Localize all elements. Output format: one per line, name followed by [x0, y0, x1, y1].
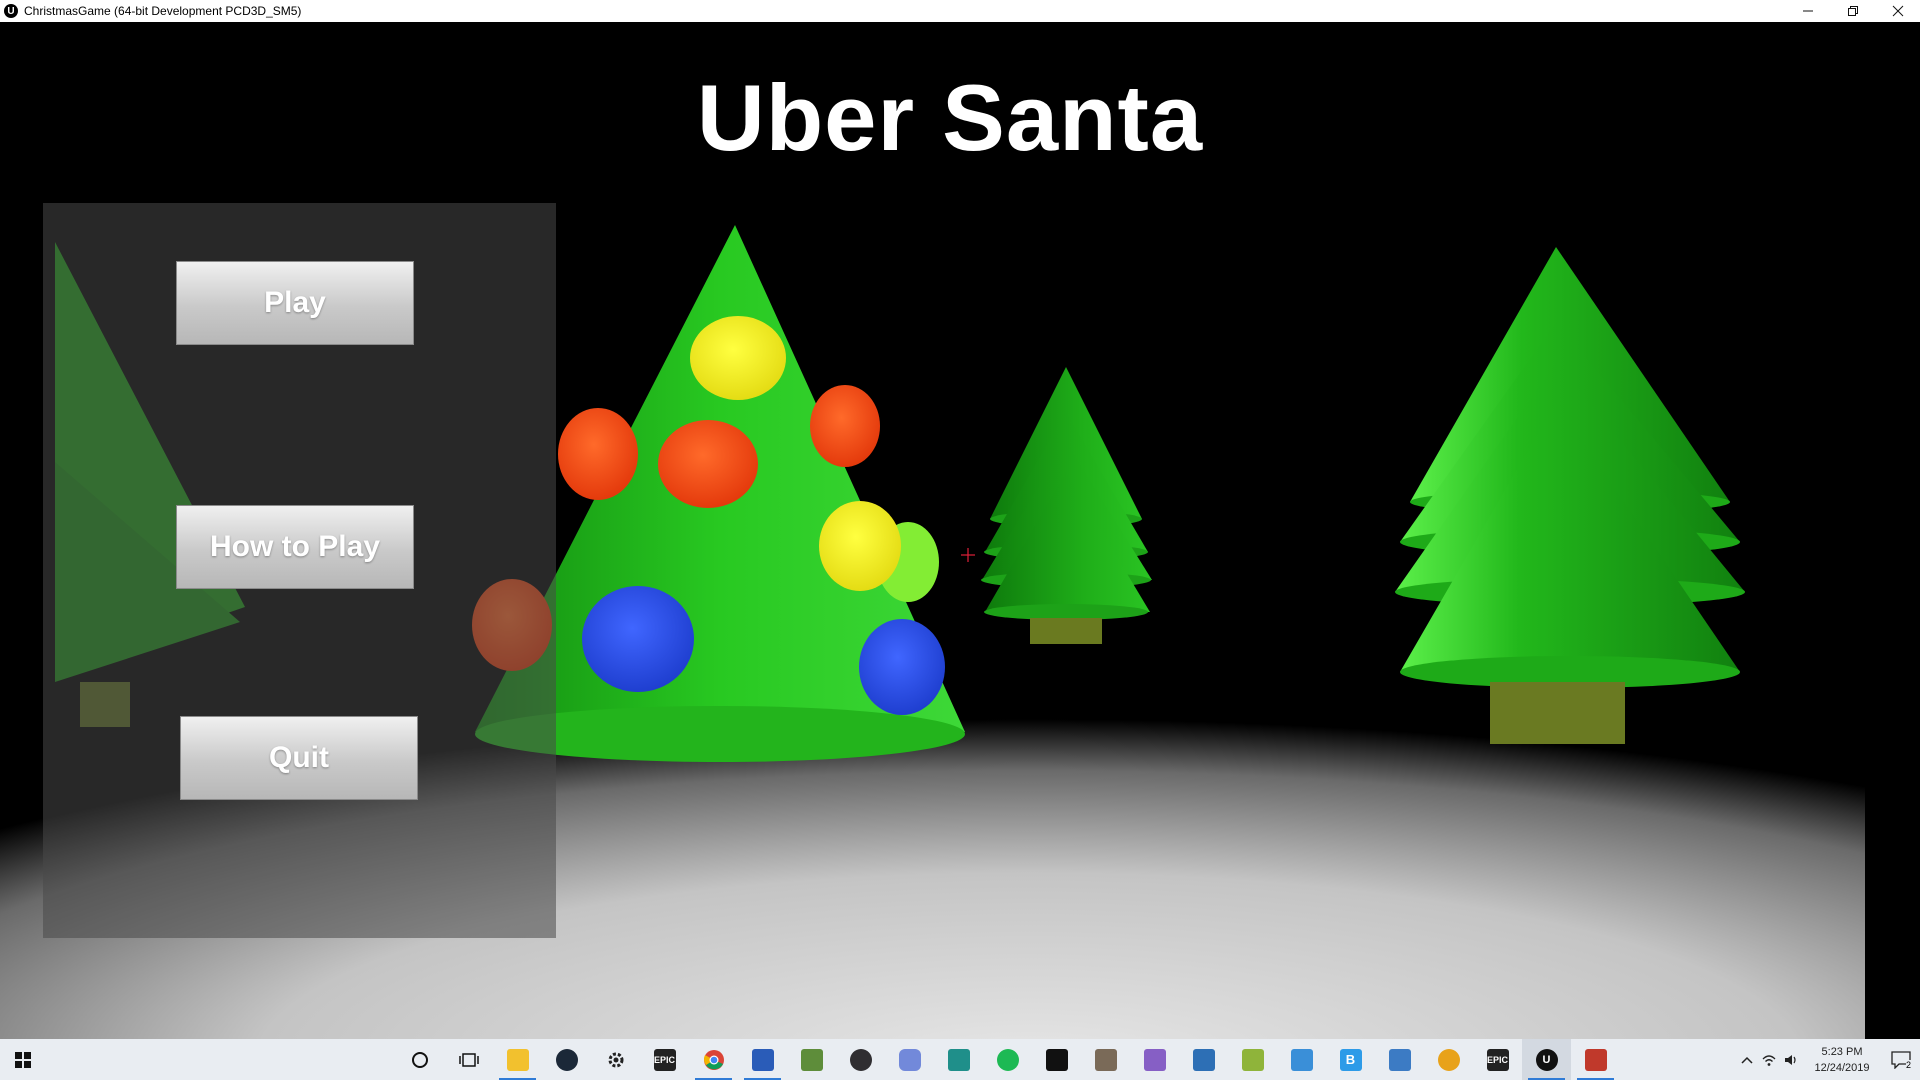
- settings-icon: [608, 1052, 623, 1067]
- action-center-button[interactable]: 2: [1882, 1039, 1920, 1080]
- system-tray: 5:23 PM 12/24/2019 2: [1736, 1039, 1920, 1080]
- epic-games-icon: EPIC: [653, 1048, 676, 1071]
- window-title: ChristmasGame (64-bit Development PCD3D_…: [24, 4, 302, 18]
- clock-time: 5:23 PM: [1821, 1045, 1863, 1058]
- calculator-icon: [1192, 1048, 1215, 1071]
- taskbar-clock[interactable]: 5:23 PM 12/24/2019: [1802, 1044, 1882, 1076]
- calculator-button[interactable]: [1179, 1039, 1228, 1080]
- visual-studio-button[interactable]: [1130, 1039, 1179, 1080]
- show-hidden-icons-button[interactable]: [1736, 1039, 1758, 1080]
- unreal-logo-icon: U: [4, 4, 18, 18]
- steam-button[interactable]: [542, 1039, 591, 1080]
- settings-button[interactable]: [591, 1039, 640, 1080]
- start-button[interactable]: [0, 1039, 46, 1080]
- photos-button[interactable]: [1277, 1039, 1326, 1080]
- volume-button[interactable]: [1780, 1039, 1802, 1080]
- editor-icon: [947, 1048, 970, 1071]
- remote-desktop-icon: [1388, 1048, 1411, 1071]
- cortana-icon: [411, 1051, 428, 1068]
- visual-studio-icon: [1143, 1048, 1166, 1071]
- windows-taskbar: EPIC B EPIC U 5:23 PM 12/24/2019 2: [0, 1039, 1920, 1080]
- b-app-icon: B: [1339, 1048, 1362, 1071]
- powershell-icon: [751, 1048, 774, 1071]
- network-button[interactable]: [1758, 1039, 1780, 1080]
- discord-button[interactable]: [885, 1039, 934, 1080]
- unreal-engine-icon: U: [1535, 1048, 1558, 1071]
- clock-date: 12/24/2019: [1814, 1061, 1870, 1074]
- game-viewport[interactable]: Uber Santa Play How to Play Quit: [0, 22, 1920, 1039]
- taskbar-app-icons: EPIC B EPIC U: [395, 1039, 1620, 1080]
- minecraft-icon: [800, 1048, 823, 1071]
- notification-count: 2: [1905, 1060, 1911, 1070]
- epic-launcher-icon: EPIC: [1486, 1048, 1509, 1071]
- task-view-button[interactable]: [444, 1039, 493, 1080]
- notepad-button[interactable]: [1228, 1039, 1277, 1080]
- quit-button[interactable]: Quit: [180, 716, 418, 800]
- main-menu-panel: Play How to Play Quit: [43, 203, 556, 938]
- steam-big-picture-icon: [1045, 1048, 1068, 1071]
- headphones-icon: [1437, 1048, 1460, 1071]
- photos-icon: [1290, 1048, 1313, 1071]
- unreal-engine-button[interactable]: U: [1522, 1039, 1571, 1080]
- game-title: Uber Santa: [696, 65, 1204, 170]
- spotify-button[interactable]: [983, 1039, 1032, 1080]
- task-view-icon: [458, 1052, 479, 1067]
- chrome-icon: [703, 1049, 724, 1070]
- play-button[interactable]: Play: [176, 261, 414, 345]
- file-explorer-icon: [506, 1048, 529, 1071]
- headphones-button[interactable]: [1424, 1039, 1473, 1080]
- spotify-icon: [996, 1048, 1019, 1071]
- windows-logo-icon: [15, 1051, 31, 1068]
- notepad-icon: [1241, 1048, 1264, 1071]
- gimp-icon: [1094, 1048, 1117, 1071]
- chevron-up-icon: [1741, 1056, 1753, 1064]
- speaker-icon: [1785, 1054, 1796, 1065]
- editor-button[interactable]: [934, 1039, 983, 1080]
- restore-button[interactable]: [1830, 0, 1875, 22]
- wifi-icon: [1762, 1054, 1776, 1066]
- minimize-button[interactable]: [1785, 0, 1830, 22]
- cortana-button[interactable]: [395, 1039, 444, 1080]
- window-title-bar: U ChristmasGame (64-bit Development PCD3…: [0, 0, 1920, 22]
- minecraft-button[interactable]: [787, 1039, 836, 1080]
- epic-games-button[interactable]: EPIC: [640, 1039, 689, 1080]
- file-explorer-button[interactable]: [493, 1039, 542, 1080]
- winrar-icon: [1584, 1048, 1607, 1071]
- obs-button[interactable]: [836, 1039, 885, 1080]
- gimp-button[interactable]: [1081, 1039, 1130, 1080]
- chrome-button[interactable]: [689, 1039, 738, 1080]
- crosshair-icon: [961, 548, 975, 562]
- powershell-button[interactable]: [738, 1039, 787, 1080]
- how-to-play-button[interactable]: How to Play: [176, 505, 414, 589]
- b-app-button[interactable]: B: [1326, 1039, 1375, 1080]
- discord-icon: [898, 1048, 921, 1071]
- tree-middle: [981, 367, 1152, 644]
- obs-icon: [849, 1048, 872, 1071]
- minimize-icon: [1802, 10, 1813, 12]
- tree-right: [1395, 247, 1745, 744]
- close-icon: [1892, 5, 1903, 17]
- remote-desktop-button[interactable]: [1375, 1039, 1424, 1080]
- winrar-button[interactable]: [1571, 1039, 1620, 1080]
- close-button[interactable]: [1875, 0, 1920, 22]
- restore-icon: [1847, 6, 1858, 16]
- steam-big-picture-button[interactable]: [1032, 1039, 1081, 1080]
- steam-icon: [555, 1048, 578, 1071]
- epic-launcher-button[interactable]: EPIC: [1473, 1039, 1522, 1080]
